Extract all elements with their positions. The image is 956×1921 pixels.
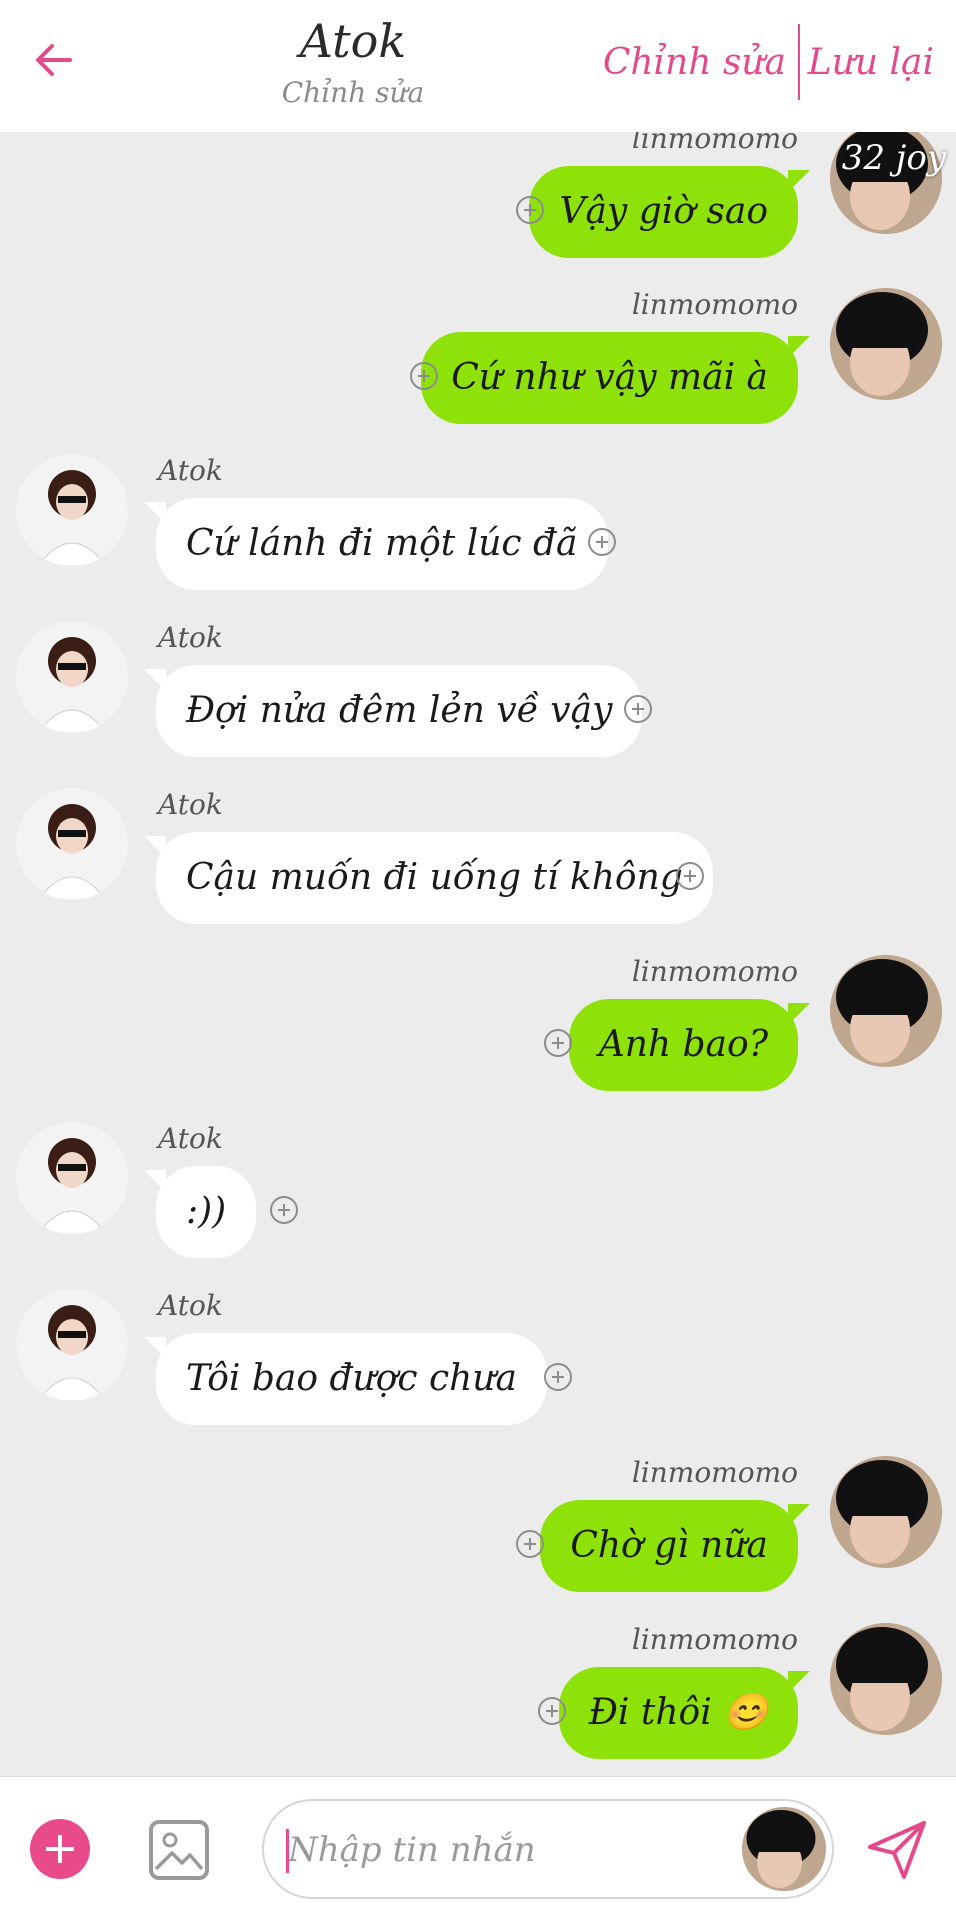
add-reaction-icon[interactable] [410,362,438,390]
message-input[interactable] [286,1821,690,1879]
chat-subtitle: Chỉnh sửa [281,76,425,109]
message-bubble[interactable]: Cứ như vậy mãi à [421,332,810,424]
sender-name: Atok [158,1289,223,1322]
message-item: Atok Đợi nửa đêm lẻn về vậy [0,621,956,771]
add-icon[interactable] [30,1819,90,1879]
avatar[interactable] [16,788,128,900]
message-bubble[interactable]: Anh bao? [568,999,811,1091]
sender-name: linmomomo [631,132,798,155]
message-bubble[interactable]: Vậy giờ sao [529,166,810,258]
avatar[interactable] [830,955,942,1067]
add-reaction-icon[interactable] [624,695,652,723]
message-bubble[interactable]: Cứ lánh đi một lúc đã [144,498,608,590]
sender-name: Atok [158,621,223,654]
sender-name: linmomomo [631,288,798,321]
message-input-bar [0,1776,956,1921]
sender-name: linmomomo [631,1456,798,1489]
add-reaction-icon[interactable] [544,1029,572,1057]
message-list[interactable]: linmomomo Vậy giờ sao 32 joy linmomomo C… [0,132,956,1776]
avatar[interactable] [830,1623,942,1735]
avatar[interactable] [830,288,942,400]
sender-name: Atok [158,454,223,487]
chat-title: Atok [299,14,407,68]
sender-name: linmomomo [631,955,798,988]
message-bubble[interactable]: Tôi bao được chưa [144,1333,547,1425]
add-reaction-icon[interactable] [538,1697,566,1725]
watermark: 32 joy [841,138,946,178]
message-item: Atok Cậu muốn đi uống tí không [0,788,956,938]
avatar[interactable] [16,1122,128,1234]
message-bubble[interactable]: :)) [143,1166,257,1258]
avatar[interactable] [16,454,128,566]
message-item: linmomomo Cứ như vậy mãi à [0,288,956,438]
header-divider [798,24,800,100]
message-item: linmomomo Vậy giờ sao [0,132,956,272]
sender-name: Atok [158,788,223,821]
message-item: Atok Cứ lánh đi một lúc đã [0,454,956,604]
save-button[interactable]: Lưu lại [808,42,934,83]
message-item: linmomomo Đi thôi 😊 [0,1623,956,1773]
message-bubble[interactable]: Đi thôi 😊 [558,1667,811,1759]
message-bubble[interactable]: Chờ gì nữa [540,1500,810,1592]
message-item: Atok Tôi bao được chưa [0,1289,956,1439]
message-bubble[interactable]: Đợi nửa đêm lẻn về vậy [143,665,643,757]
message-bubble[interactable]: Cậu muốn đi uống tí không [144,832,713,924]
image-icon[interactable] [148,1819,210,1881]
avatar[interactable] [16,621,128,733]
edit-button[interactable]: Chỉnh sửa [603,42,786,83]
avatar[interactable] [16,1289,128,1401]
add-reaction-icon[interactable] [544,1363,572,1391]
message-input-wrapper [262,1799,834,1899]
add-reaction-icon[interactable] [516,196,544,224]
message-item: Atok :)) [0,1122,956,1272]
add-reaction-icon[interactable] [676,862,704,890]
add-reaction-icon[interactable] [270,1196,298,1224]
chat-header: Atok Chỉnh sửa Chỉnh sửa Lưu lại [0,0,956,132]
avatar[interactable] [830,1456,942,1568]
text-caret [286,1829,289,1873]
sender-avatar-toggle[interactable] [742,1807,826,1891]
message-item: linmomomo Anh bao? [0,955,956,1105]
sender-name: Atok [158,1122,223,1155]
add-reaction-icon[interactable] [588,528,616,556]
add-reaction-icon[interactable] [516,1530,544,1558]
send-icon[interactable] [864,1817,930,1883]
message-item: linmomomo Chờ gì nữa [0,1456,956,1606]
sender-name: linmomomo [631,1623,798,1656]
